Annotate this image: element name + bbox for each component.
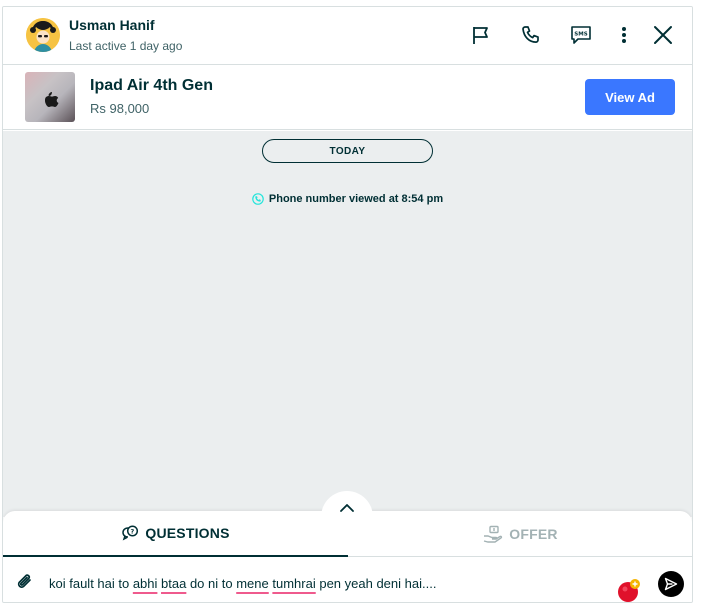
message-text-part: pen yeah deni hai.... bbox=[315, 576, 437, 591]
user-name[interactable]: Usman Hanif bbox=[69, 17, 155, 33]
message-text-part: do ni to bbox=[186, 576, 237, 591]
chat-window: Usman Hanif Last active 1 day ago SMS Ip… bbox=[2, 6, 693, 603]
ad-title[interactable]: Ipad Air 4th Gen bbox=[90, 77, 213, 95]
system-message: Phone number viewed at 8:54 pm bbox=[3, 193, 692, 205]
phone-viewed-icon bbox=[252, 193, 264, 205]
ad-summary: Ipad Air 4th Gen Rs 98,000 View Ad bbox=[3, 65, 692, 130]
avatar[interactable] bbox=[26, 18, 60, 52]
tab-questions-label: QUESTIONS bbox=[145, 525, 230, 541]
close-icon[interactable] bbox=[651, 23, 675, 47]
svg-text:SMS: SMS bbox=[574, 32, 587, 38]
more-vertical-icon[interactable] bbox=[612, 23, 636, 47]
chat-messages-area[interactable]: TODAY Phone number viewed at 8:54 pm bbox=[3, 131, 692, 517]
phone-icon[interactable] bbox=[519, 23, 543, 47]
tab-offer-label: OFFER bbox=[509, 525, 558, 542]
system-message-text: Phone number viewed at 8:54 pm bbox=[268, 193, 444, 205]
attachment-icon[interactable] bbox=[15, 572, 35, 592]
send-button[interactable] bbox=[658, 571, 684, 597]
view-ad-button[interactable]: View Ad bbox=[585, 79, 675, 115]
message-text-part: koi fault hai to bbox=[49, 576, 133, 591]
message-composer: koi fault hai to abhi btaa do ni to mene… bbox=[3, 559, 692, 602]
tab-offer[interactable]: OFFER bbox=[348, 511, 692, 557]
ad-price: Rs 98,000 bbox=[90, 101, 150, 116]
grammar-assistant-icon[interactable] bbox=[617, 579, 641, 602]
send-icon bbox=[664, 577, 678, 591]
message-input[interactable]: koi fault hai to abhi btaa do ni to mene… bbox=[49, 576, 436, 591]
chat-header: Usman Hanif Last active 1 day ago SMS bbox=[3, 7, 692, 65]
ad-thumbnail[interactable] bbox=[25, 72, 75, 122]
svg-text:?: ? bbox=[131, 527, 135, 535]
misspelled-word: tumhrai bbox=[272, 576, 316, 591]
last-active-status: Last active 1 day ago bbox=[69, 39, 183, 53]
offer-icon bbox=[484, 525, 503, 543]
misspelled-word: mene bbox=[236, 576, 269, 591]
tab-questions[interactable]: ? QUESTIONS bbox=[3, 511, 348, 557]
reply-panel: ? QUESTIONS OFFER koi fault hai to abhi … bbox=[3, 491, 692, 602]
date-separator: TODAY bbox=[262, 139, 433, 163]
misspelled-word: btaa bbox=[161, 576, 187, 591]
misspelled-word: abhi bbox=[132, 576, 158, 591]
questions-icon: ? bbox=[122, 525, 139, 541]
flag-icon[interactable] bbox=[469, 23, 493, 47]
sms-icon[interactable]: SMS bbox=[569, 23, 593, 47]
